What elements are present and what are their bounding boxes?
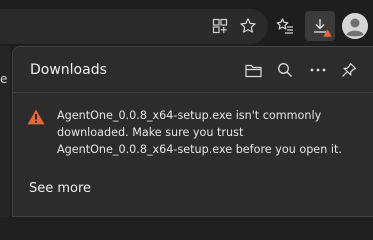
favorites-button[interactable] — [270, 11, 300, 41]
browser-window: e Downloads AgentOne_0.0.8_x64-setup.exe… — [0, 0, 373, 217]
extensions-icon — [212, 18, 228, 34]
pin-icon — [342, 62, 357, 77]
profile-avatar-icon — [342, 13, 368, 39]
favorites-list-icon — [276, 18, 293, 34]
open-folder-icon — [244, 64, 262, 77]
downloads-header: Downloads — [13, 47, 373, 93]
search-icon — [278, 63, 292, 77]
downloads-button[interactable] — [305, 11, 335, 41]
warning-icon — [27, 109, 45, 125]
page-partial-text: e — [0, 72, 8, 86]
downloads-title: Downloads — [30, 62, 107, 78]
pin-downloads-button[interactable] — [337, 58, 361, 82]
more-options-icon — [310, 68, 326, 72]
browser-toolbar — [0, 0, 373, 46]
warning-badge-icon — [323, 29, 332, 37]
see-more-link[interactable]: See more — [29, 180, 91, 198]
downloads-panel: Downloads AgentOne_0.0.8_x64-setup.exe i… — [12, 46, 373, 217]
profile-avatar[interactable] — [342, 13, 368, 39]
favorite-star-icon — [240, 18, 256, 33]
open-downloads-folder-button[interactable] — [241, 58, 265, 82]
more-options-button[interactable] — [306, 58, 330, 82]
extensions-button[interactable] — [205, 11, 235, 41]
search-downloads-button[interactable] — [273, 58, 297, 82]
download-warning-message: AgentOne_0.0.8_x64-setup.exe isn't commo… — [57, 109, 342, 156]
add-favorite-button[interactable] — [233, 11, 263, 41]
